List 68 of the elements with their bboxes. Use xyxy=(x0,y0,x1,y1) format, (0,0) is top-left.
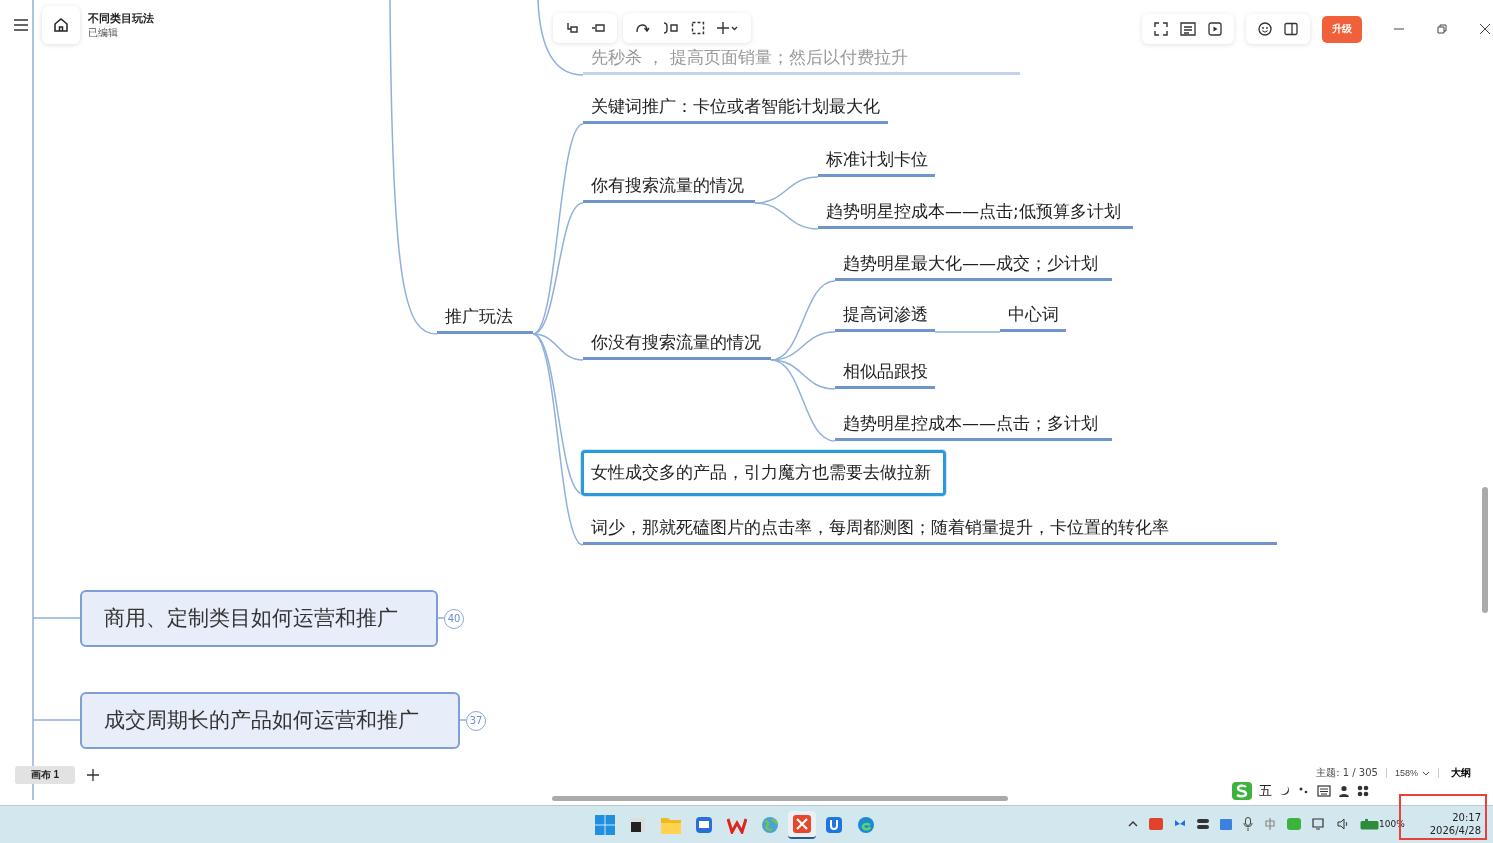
clock-time[interactable]: 20:17 xyxy=(1452,811,1481,824)
app-icon xyxy=(793,815,811,833)
fullscreen-icon[interactable] xyxy=(1154,22,1168,36)
keyboard-icon[interactable] xyxy=(1317,785,1331,797)
connector-line xyxy=(437,617,445,619)
zoom-dropdown[interactable]: 158% xyxy=(1394,768,1430,778)
topic-node[interactable]: 成交周期长的产品如何运营和推广 xyxy=(80,692,460,749)
home-button[interactable] xyxy=(42,6,80,44)
save-status: 已编辑 xyxy=(88,25,119,40)
topic-node[interactable]: 你有搜索流量的情况 xyxy=(583,171,755,203)
restore-icon[interactable] xyxy=(1436,23,1448,35)
topic-node[interactable]: 你没有搜索流量的情况 xyxy=(583,328,771,360)
app-icon[interactable] xyxy=(727,816,747,834)
input-mode-label[interactable]: 五 xyxy=(1259,782,1272,800)
add-icon[interactable] xyxy=(87,769,99,781)
canvas-tab[interactable]: 画布 1 xyxy=(15,766,75,784)
frame-icon[interactable] xyxy=(691,21,705,35)
subtopic-icon[interactable] xyxy=(565,21,579,35)
topic-node[interactable]: 中心词 xyxy=(1000,300,1066,332)
scrollbar[interactable] xyxy=(1482,487,1488,613)
topic-count: 主题: 1 / 305 xyxy=(1316,766,1378,780)
connector-line xyxy=(459,719,467,721)
add-icon[interactable] xyxy=(717,21,739,35)
panel-icon[interactable] xyxy=(1284,22,1298,36)
image-icon[interactable] xyxy=(1220,818,1232,830)
start-icon[interactable] xyxy=(595,815,615,835)
network-icon[interactable] xyxy=(1312,818,1326,830)
topic-node[interactable]: 趋势明星控成本——点击;低预算多计划 xyxy=(818,197,1133,229)
topic-node[interactable]: 趋势明星控成本——点击；多计划 xyxy=(835,409,1112,441)
user-icon[interactable] xyxy=(1338,785,1350,797)
topic-node[interactable]: 女性成交多的产品，引力魔方也需要去做拉新 xyxy=(581,450,946,496)
topic-node[interactable]: 标准计划卡位 xyxy=(818,145,935,177)
connector-line xyxy=(934,331,1001,333)
topic-node[interactable]: 提高词渗透 xyxy=(835,300,935,332)
scrollbar[interactable] xyxy=(552,796,1008,801)
document-icon[interactable] xyxy=(1180,22,1196,36)
curved-arrow-icon[interactable] xyxy=(635,21,651,35)
app-icon[interactable] xyxy=(695,816,713,834)
browser-icon[interactable] xyxy=(857,816,875,834)
home-icon xyxy=(53,17,69,33)
topic-icon[interactable] xyxy=(591,21,605,35)
topic-node[interactable]: 相似品跟投 xyxy=(835,357,935,389)
moon-icon[interactable] xyxy=(1279,785,1291,797)
speaker-icon[interactable] xyxy=(1337,818,1349,830)
bracket-icon[interactable] xyxy=(663,21,679,35)
app-icon[interactable] xyxy=(825,816,843,834)
topic-node[interactable]: 词少，那就死磕图片的点击率，每周都测图；随着销量提升，卡位置的转化率 xyxy=(583,513,1277,545)
toggle-icon[interactable] xyxy=(1197,818,1209,830)
chevron-up-icon[interactable] xyxy=(1128,820,1138,828)
menu-icon[interactable] xyxy=(14,19,28,31)
clock-date[interactable]: 2026/4/28 xyxy=(1429,824,1481,837)
microphone-icon[interactable] xyxy=(1243,817,1253,831)
grid-icon[interactable] xyxy=(1357,785,1369,797)
window-icon[interactable] xyxy=(629,816,647,834)
close-icon[interactable] xyxy=(1479,23,1491,35)
caret-icon xyxy=(1422,770,1430,776)
smiley-icon[interactable] xyxy=(1258,22,1272,36)
topic-node[interactable]: 商用、定制类目如何运营和推广 xyxy=(80,590,438,647)
topic-node[interactable]: 推广玩法 xyxy=(437,302,533,334)
file-title: 不同类目玩法 xyxy=(88,10,154,26)
play-icon[interactable] xyxy=(1208,22,1222,36)
topic-node[interactable]: 趋势明星最大化——成交；少计划 xyxy=(835,249,1112,281)
topic-node[interactable]: 关键词推广：卡位或者智能计划最大化 xyxy=(583,92,888,124)
taskbar-app-button[interactable] xyxy=(788,811,816,839)
ime-logo-icon[interactable] xyxy=(1232,782,1252,800)
connector-line xyxy=(754,202,819,230)
battery-icon[interactable] xyxy=(1360,818,1380,830)
outline-button[interactable]: 大纲 xyxy=(1447,766,1471,780)
